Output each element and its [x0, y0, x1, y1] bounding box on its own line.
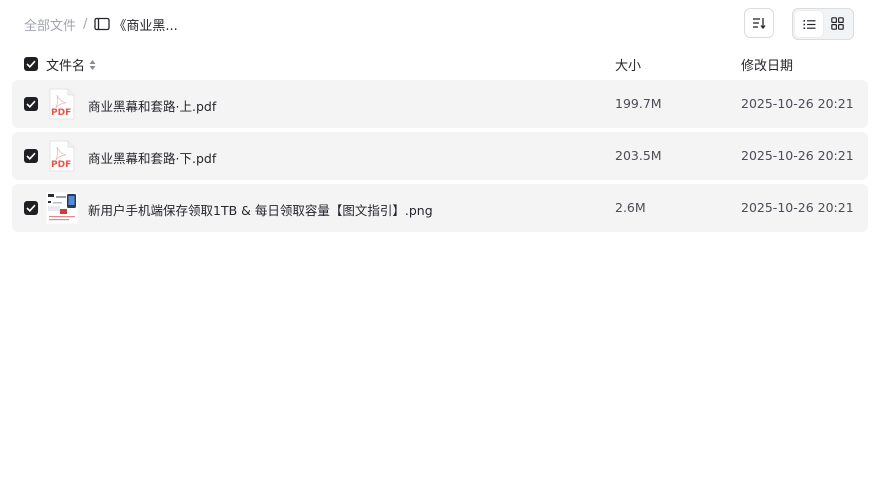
column-header-name[interactable]: 文件名 — [46, 55, 96, 74]
select-all-checkbox[interactable] — [24, 57, 38, 71]
sort-button[interactable] — [744, 8, 774, 38]
table-row[interactable]: 新用户手机端保存领取1TB & 每日领取容量【图文指引】.png 2.6M 20… — [12, 184, 868, 232]
breadcrumb-current: 《商业黑... — [113, 18, 178, 34]
pdf-badge-label: PDF — [51, 108, 71, 118]
sort-caret-icon — [89, 59, 96, 71]
breadcrumb: 全部文件 / 《商业黑... — [24, 15, 178, 34]
file-size: 2.6M — [615, 200, 646, 215]
file-name[interactable]: 商业黑幕和套路·下.pdf — [88, 148, 216, 167]
table-row[interactable]: PDF 商业黑幕和套路·上.pdf 199.7M 2025-10-26 20:2… — [12, 80, 868, 128]
file-size: 199.7M — [615, 96, 662, 111]
pdf-badge-label: PDF — [51, 160, 71, 170]
file-modified-date: 2025-10-26 20:21 — [741, 200, 854, 215]
file-name[interactable]: 商业黑幕和套路·上.pdf — [88, 96, 216, 115]
file-modified-date: 2025-10-26 20:21 — [741, 96, 854, 111]
file-table-header: 文件名 大小 修改日期 — [0, 52, 878, 76]
image-thumbnail — [46, 192, 78, 224]
breadcrumb-separator: / — [83, 16, 88, 32]
column-header-name-label: 文件名 — [46, 59, 86, 74]
breadcrumb-root-link[interactable]: 全部文件 — [24, 15, 76, 34]
row-checkbox[interactable] — [24, 97, 38, 111]
list-view-icon — [803, 15, 816, 34]
book-icon — [94, 17, 111, 31]
list-view-button[interactable] — [795, 11, 823, 37]
file-size: 203.5M — [615, 148, 662, 163]
file-modified-date: 2025-10-26 20:21 — [741, 148, 854, 163]
column-header-date[interactable]: 修改日期 — [741, 55, 793, 74]
top-bar: 全部文件 / 《商业黑... — [0, 0, 878, 48]
row-checkbox[interactable] — [24, 149, 38, 163]
file-list: PDF 商业黑幕和套路·上.pdf 199.7M 2025-10-26 20:2… — [12, 80, 868, 236]
file-name[interactable]: 新用户手机端保存领取1TB & 每日领取容量【图文指引】.png — [88, 200, 433, 219]
sort-icon — [752, 14, 766, 33]
pdf-file-icon: PDF — [46, 140, 78, 172]
pdf-file-icon: PDF — [46, 88, 78, 120]
column-header-size[interactable]: 大小 — [615, 55, 641, 74]
view-mode-toggle — [792, 8, 854, 40]
table-row[interactable]: PDF 商业黑幕和套路·下.pdf 203.5M 2025-10-26 20:2… — [12, 132, 868, 180]
grid-view-button[interactable] — [823, 11, 851, 37]
grid-view-icon — [830, 15, 844, 34]
row-checkbox[interactable] — [24, 201, 38, 215]
